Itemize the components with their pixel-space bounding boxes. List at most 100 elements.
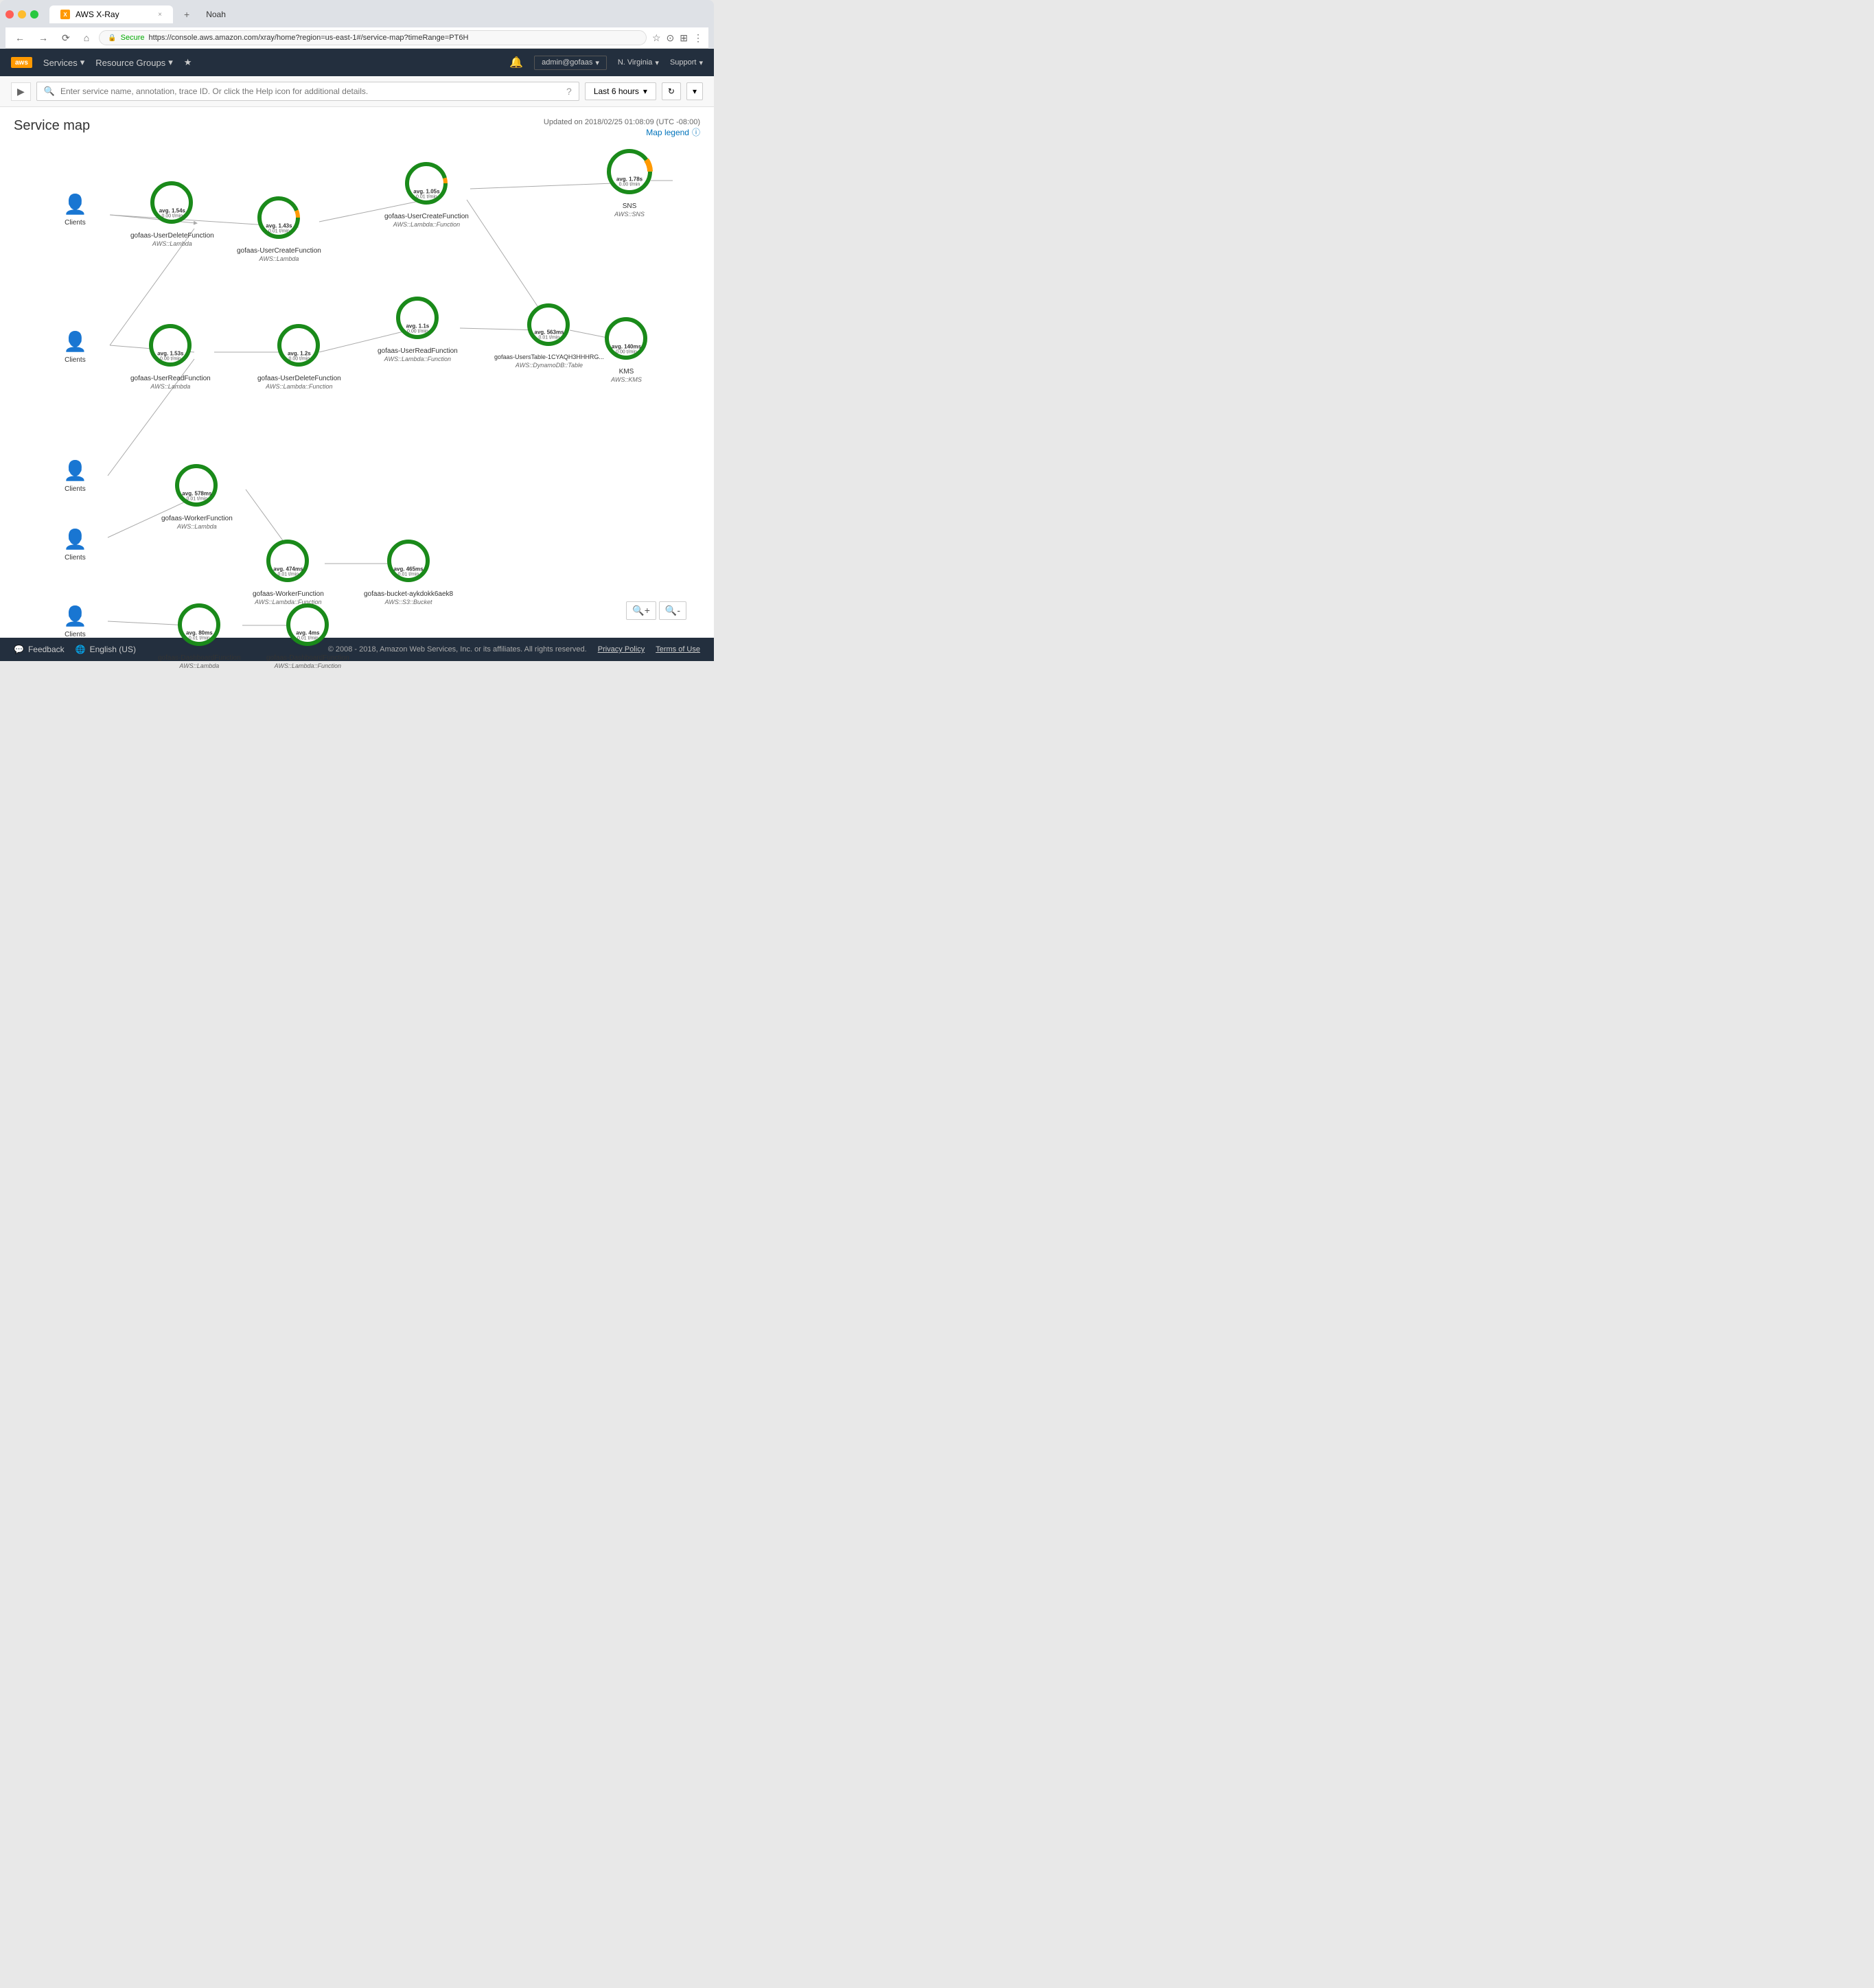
node-clients4[interactable]: 👤 Clients (63, 528, 87, 562)
secure-label: Secure (121, 34, 145, 42)
node-clients1-label: Clients (65, 218, 86, 227)
service-map-header: Service map Updated on 2018/02/25 01:08:… (14, 118, 700, 141)
node-dashboard1[interactable]: avg. 80ms 0.01 t/min gofaas-DashboardFun… (158, 603, 241, 669)
node-usercreate2-sublabel: AWS::Lambda::Function (384, 221, 469, 228)
history-button[interactable]: ⊙ (667, 32, 675, 44)
back-button[interactable]: ← (11, 31, 29, 45)
home-button[interactable]: ⌂ (80, 31, 93, 45)
node-userdelete1-label: gofaas-UserDeleteFunction (130, 231, 214, 240)
node-bucket-label: gofaas-bucket-aykdokk6aek8 (364, 590, 453, 599)
node-sns-sublabel: AWS::SNS (605, 211, 653, 218)
zoom-in-button[interactable]: 🔍+ (626, 601, 656, 620)
new-tab-button[interactable]: + (178, 6, 195, 23)
node-userdelete2-sublabel: AWS::Lambda::Function (257, 383, 341, 390)
node-usercreate2[interactable]: avg. 1.05s 0.01 t/min gofaas-UserCreateF… (384, 161, 469, 228)
feedback-button[interactable]: 💬 Feedback (14, 645, 65, 654)
tab-favicon: X (60, 10, 70, 19)
time-range-chevron-icon: ▾ (643, 86, 647, 96)
refresh-button[interactable]: ↻ (662, 82, 681, 100)
node-userread1[interactable]: avg. 1.53s 0.00 t/min gofaas-UserReadFun… (130, 323, 211, 390)
node-kms-label: KMS (604, 367, 649, 376)
address-input[interactable]: 🔒 Secure https://console.aws.amazon.com/… (99, 30, 647, 45)
search-icon: 🔍 (44, 86, 55, 97)
user-menu-button[interactable]: admin@gofaas ▾ (534, 56, 607, 70)
nav-bookmarks[interactable]: ★ (184, 57, 192, 68)
tab-close-button[interactable]: × (158, 11, 162, 19)
nav-services[interactable]: Services ▾ (43, 57, 84, 68)
node-clients3-label: Clients (65, 485, 86, 494)
node-dashboard2-sublabel: AWS::Lambda::Function (266, 662, 349, 669)
node-clients4-label: Clients (65, 553, 86, 562)
node-userstable-label: gofaas-UsersTable-1CYAQH3HHHRG... (494, 354, 604, 362)
node-clients2-label: Clients (65, 356, 86, 365)
updated-text: Updated on 2018/02/25 01:08:09 (UTC -08:… (544, 118, 700, 126)
sidebar-toggle-button[interactable]: ▶ (11, 82, 31, 101)
nav-resource-groups[interactable]: Resource Groups ▾ (95, 57, 172, 68)
node-clients5-label: Clients (65, 630, 86, 639)
support-button[interactable]: Support ▾ (670, 58, 703, 67)
bookmark-button[interactable]: ☆ (652, 32, 661, 44)
region-button[interactable]: N. Virginia ▾ (618, 58, 659, 67)
address-actions: ☆ ⊙ ⊞ ⋮ (652, 32, 703, 44)
search-bar: ▶ 🔍 ? Last 6 hours ▾ ↻ ▾ (0, 76, 714, 107)
node-userstable[interactable]: avg. 563ms 0.01 t/min gofaas-UsersTable-… (494, 303, 604, 369)
node-clients3[interactable]: 👤 Clients (63, 459, 87, 494)
node-usercreate1[interactable]: avg. 1.43s 0.01 t/min gofaas-UserCreateF… (237, 196, 321, 262)
main-content: ▶ 🔍 ? Last 6 hours ▾ ↻ ▾ Service map Upd… (0, 76, 714, 638)
reload-button[interactable]: ⟳ (58, 31, 74, 45)
user-chevron-icon: ▾ (595, 58, 599, 67)
bell-icon[interactable]: 🔔 (509, 56, 523, 69)
node-clients1[interactable]: 👤 Clients (63, 193, 87, 227)
address-bar: ← → ⟳ ⌂ 🔒 Secure https://console.aws.ama… (5, 27, 708, 49)
node-sns-label: SNS (605, 202, 653, 211)
client-icon-1: 👤 (63, 193, 87, 216)
url-text: https://console.aws.amazon.com/xray/home… (149, 34, 469, 42)
zoom-controls: 🔍+ 🔍- (626, 601, 686, 620)
feedback-icon: 💬 (14, 645, 24, 654)
service-map-title: Service map (14, 118, 90, 134)
node-bucket[interactable]: avg. 465ms 0.01 t/min gofaas-bucket-aykd… (364, 539, 453, 605)
tab-title: AWS X-Ray (76, 10, 119, 19)
node-dashboard1-sublabel: AWS::Lambda (158, 662, 241, 669)
info-icon: ⓘ (692, 126, 700, 138)
search-input[interactable] (60, 86, 561, 96)
maximize-dot[interactable] (30, 10, 38, 19)
node-clients2[interactable]: 👤 Clients (63, 330, 87, 365)
minimize-dot[interactable] (18, 10, 26, 19)
node-userread2-label: gofaas-UserReadFunction (378, 347, 458, 356)
language-selector[interactable]: 🌐 English (US) (76, 645, 136, 654)
node-workerfunction1-sublabel: AWS::Lambda (161, 523, 233, 530)
edge-usercreate2-userstable (467, 200, 544, 316)
node-userdelete2[interactable]: avg. 1.2s 0.00 t/min gofaas-UserDeleteFu… (257, 323, 341, 390)
zoom-out-button[interactable]: 🔍- (659, 601, 686, 620)
node-workerfunction1-label: gofaas-WorkerFunction (161, 514, 233, 523)
node-userread2-sublabel: AWS::Lambda::Function (378, 356, 458, 362)
node-sns[interactable]: avg. 1.78s 0.00 t/min SNS AWS::SNS (605, 148, 653, 218)
terms-of-use-link[interactable]: Terms of Use (656, 645, 700, 654)
node-clients5[interactable]: 👤 Clients (63, 605, 87, 639)
node-userread2[interactable]: avg. 1.1s 0.00 t/min gofaas-UserReadFunc… (378, 296, 458, 362)
service-map-container: Service map Updated on 2018/02/25 01:08:… (0, 107, 714, 638)
node-dashboard2[interactable]: avg. 4ms 0.01 t/min gofaas-DashboardFunc… (266, 603, 349, 669)
node-bucket-sublabel: AWS::S3::Bucket (364, 599, 453, 605)
time-range-button[interactable]: Last 6 hours ▾ (585, 82, 656, 100)
client-icon-3: 👤 (63, 459, 87, 482)
node-kms[interactable]: avg. 140ms 0.00 t/min KMS AWS::KMS (604, 316, 649, 383)
privacy-policy-link[interactable]: Privacy Policy (598, 645, 645, 654)
options-button[interactable]: ▾ (686, 82, 703, 100)
browser-chrome: X AWS X-Ray × + Noah ← → ⟳ ⌂ 🔒 Secure ht… (0, 0, 714, 49)
map-legend-link[interactable]: Map legend ⓘ (544, 126, 700, 138)
support-chevron-icon: ▾ (699, 58, 703, 67)
node-workerfunction1[interactable]: avg. 578ms 0.01 t/min gofaas-WorkerFunct… (161, 463, 233, 530)
copyright-text: © 2008 - 2018, Amazon Web Services, Inc.… (328, 645, 587, 654)
search-help-icon[interactable]: ? (566, 86, 572, 97)
secure-icon: 🔒 (108, 34, 116, 42)
menu-button[interactable]: ⋮ (693, 32, 703, 44)
node-userdelete1[interactable]: avg. 1.54s 0.00 t/min gofaas-UserDeleteF… (130, 181, 214, 247)
forward-button[interactable]: → (34, 31, 52, 45)
node-workerfunction2[interactable]: avg. 474ms 0.01 t/min gofaas-WorkerFunct… (253, 539, 324, 605)
node-userread1-label: gofaas-UserReadFunction (130, 374, 211, 383)
close-dot[interactable] (5, 10, 14, 19)
browser-tab[interactable]: X AWS X-Ray × (49, 5, 173, 23)
extension-button[interactable]: ⊞ (680, 32, 688, 44)
